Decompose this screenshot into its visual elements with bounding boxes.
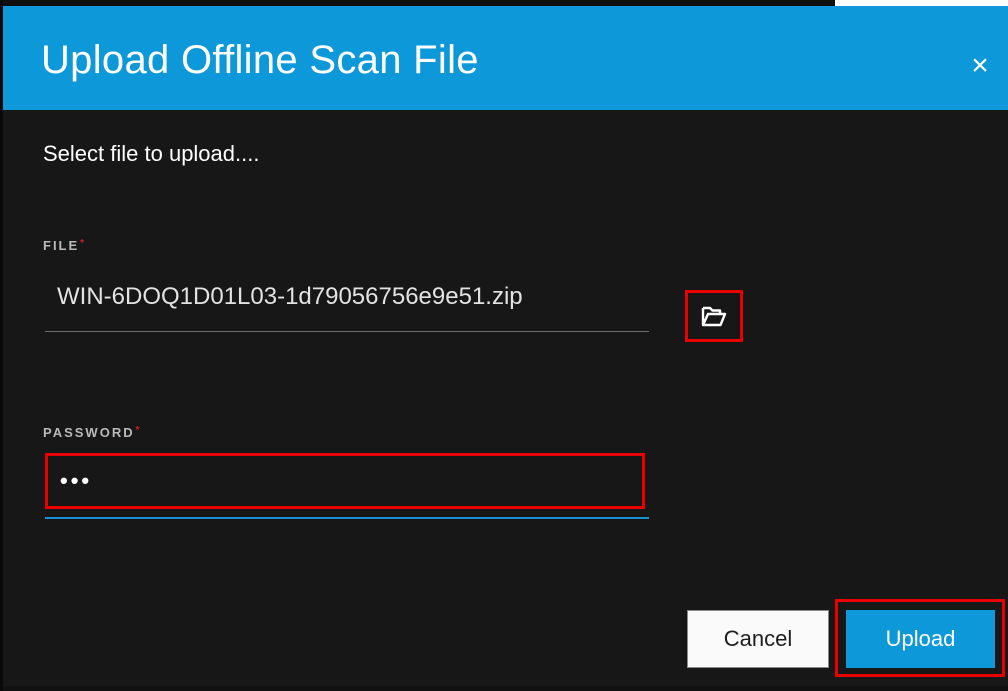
password-input[interactable]: ••• (45, 453, 645, 509)
close-icon[interactable]: × (965, 46, 995, 86)
file-field-underline (45, 331, 649, 332)
select-file-prompt: Select file to upload.... (43, 141, 260, 166)
password-masked-value: ••• (60, 468, 93, 493)
cancel-button[interactable]: Cancel (687, 610, 829, 668)
file-label: FILE* (43, 238, 86, 253)
password-label-text: PASSWORD (43, 425, 135, 440)
file-required-mark: * (80, 238, 87, 249)
top-strip-dark (3, 0, 835, 6)
file-name-field[interactable]: WIN-6DOQ1D01L03-1d79056756e9e51.zip (57, 283, 523, 311)
upload-offline-scan-dialog: Upload Offline Scan File × Select file t… (0, 0, 1008, 691)
dialog-header: Upload Offline Scan File × (3, 0, 1008, 110)
password-required-mark: * (135, 425, 142, 436)
upload-button[interactable]: Upload (846, 610, 995, 668)
file-label-text: FILE (43, 238, 80, 253)
password-field-underline (45, 517, 649, 519)
dialog-bottom-edge (3, 686, 1008, 691)
browse-file-button[interactable] (685, 290, 743, 342)
folder-open-icon (701, 306, 727, 327)
password-label: PASSWORD* (43, 425, 142, 440)
dialog-title: Upload Offline Scan File (41, 38, 479, 82)
